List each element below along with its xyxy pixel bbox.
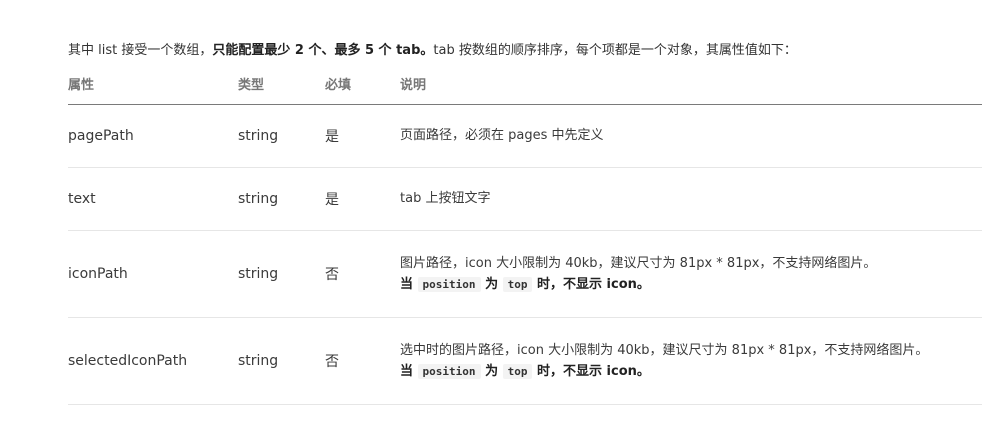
description-text: 选中时的图片路径，icon 大小限制为 40kb，建议尺寸为 81px * 81… [400, 343, 929, 358]
inline-code: position [417, 364, 481, 379]
inline-code: top [502, 277, 533, 292]
header-type: 类型 [238, 62, 325, 105]
cell-type: string [238, 104, 325, 168]
note-prefix: 当 [400, 277, 414, 292]
cell-required: 否 [325, 230, 400, 318]
cell-description: 图片路径，icon 大小限制为 40kb，建议尺寸为 81px * 81px，不… [400, 230, 982, 318]
properties-table: 属性 类型 必填 说明 pagePath string 是 页面路径，必须在 p… [68, 62, 982, 405]
table-row: text string 是 tab 上按钮文字 [68, 167, 982, 231]
intro-text-bold: 只能配置最少 2 个、最多 5 个 tab。 [212, 43, 434, 58]
intro-text-start: 其中 list 接受一个数组， [68, 43, 213, 58]
table-header-row: 属性 类型 必填 说明 [68, 62, 982, 105]
description-note: 当 position 为 top 时，不显示 icon。 [400, 362, 982, 382]
cell-property: text [68, 167, 238, 231]
cell-type: string [238, 317, 325, 405]
header-required: 必填 [325, 62, 400, 105]
table-row: pagePath string 是 页面路径，必须在 pages 中先定义 [68, 104, 982, 168]
inline-code: position [417, 277, 481, 292]
intro-text-end: tab 按数组的顺序排序，每个项都是一个对象，其属性值如下： [433, 43, 797, 58]
cell-type: string [238, 167, 325, 231]
description-note: 当 position 为 top 时，不显示 icon。 [400, 275, 982, 295]
intro-paragraph: 其中 list 接受一个数组，只能配置最少 2 个、最多 5 个 tab。tab… [68, 42, 797, 60]
cell-property: pagePath [68, 104, 238, 168]
table-row: iconPath string 否 图片路径，icon 大小限制为 40kb，建… [68, 230, 982, 318]
cell-required: 是 [325, 167, 400, 231]
description-text: tab 上按钮文字 [400, 191, 491, 206]
note-prefix: 当 [400, 364, 414, 379]
cell-required: 是 [325, 104, 400, 168]
description-text: 页面路径，必须在 pages 中先定义 [400, 128, 604, 143]
header-property: 属性 [68, 62, 238, 105]
cell-description: 页面路径，必须在 pages 中先定义 [400, 104, 982, 168]
table-row: selectedIconPath string 否 选中时的图片路径，icon … [68, 317, 982, 405]
note-suffix: 时，不显示 icon。 [537, 277, 650, 292]
note-middle: 为 [485, 277, 499, 292]
header-description: 说明 [400, 62, 982, 105]
inline-code: top [502, 364, 533, 379]
cell-property: selectedIconPath [68, 317, 238, 405]
note-middle: 为 [485, 364, 499, 379]
description-text: 图片路径，icon 大小限制为 40kb，建议尺寸为 81px * 81px，不… [400, 256, 877, 271]
cell-property: iconPath [68, 230, 238, 318]
cell-required: 否 [325, 317, 400, 405]
cell-description: 选中时的图片路径，icon 大小限制为 40kb，建议尺寸为 81px * 81… [400, 317, 982, 405]
cell-description: tab 上按钮文字 [400, 167, 982, 231]
cell-type: string [238, 230, 325, 318]
note-suffix: 时，不显示 icon。 [537, 364, 650, 379]
